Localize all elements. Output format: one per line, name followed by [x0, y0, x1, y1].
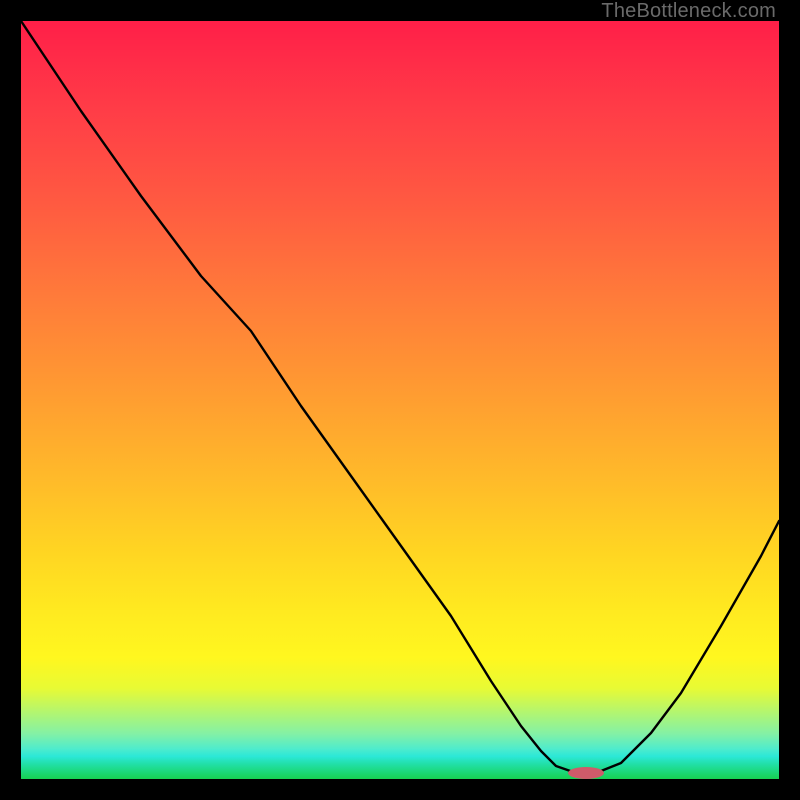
- watermark-text: TheBottleneck.com: [601, 0, 776, 23]
- chart-frame: TheBottleneck.com: [0, 0, 800, 800]
- chart-svg: [21, 21, 779, 779]
- plot-area: [21, 21, 779, 779]
- curve-path: [21, 21, 779, 773]
- minimum-marker: [568, 767, 604, 779]
